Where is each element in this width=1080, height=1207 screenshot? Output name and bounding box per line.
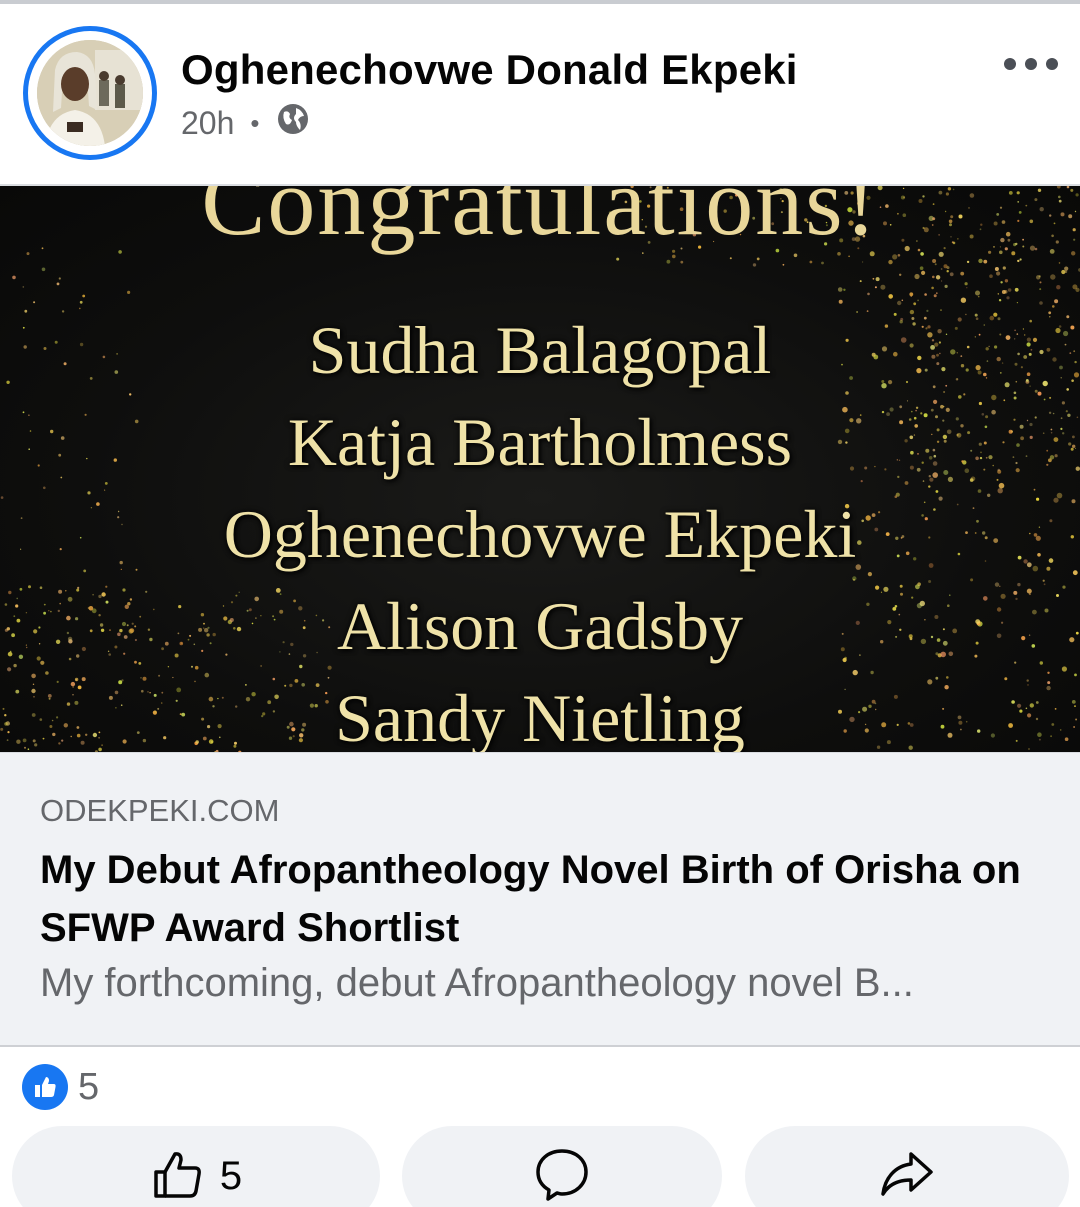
more-horizontal-icon[interactable] [1004,58,1058,70]
link-preview[interactable]: ODEKPEKI.COM My Debut Afropantheology No… [0,752,1080,1047]
image-name: Katja Bartholmess [287,404,793,480]
post-meta: 20h • [181,102,310,144]
image-headline: Congratulations! [201,184,879,255]
post-image[interactable]: Congratulations! Sudha Balagopal Katja B… [0,184,1080,752]
author-name[interactable]: Oghenechovwe Donald Ekpeki [181,46,798,94]
globe-icon[interactable] [276,102,310,144]
share-icon [879,1146,935,1207]
like-button-count: 5 [219,1153,243,1198]
post-time[interactable]: 20h [181,105,234,142]
author-avatar[interactable] [23,26,157,160]
comment-icon [534,1146,590,1207]
post-header: Oghenechovwe Donald Ekpeki 20h • [0,4,1080,184]
comment-button[interactable] [402,1126,722,1207]
thumbs-up-icon [150,1146,206,1207]
meta-separator: • [250,107,260,138]
image-name: Sandy Nietling [335,680,745,752]
reaction-summary[interactable]: 5 [22,1064,99,1110]
action-bar: 5 [0,1126,1080,1207]
link-domain: ODEKPEKI.COM [40,793,280,828]
link-title: My Debut Afropantheology Novel Birth of … [40,848,1021,950]
image-name: Oghenechovwe Ekpeki [223,496,857,572]
image-name: Alison Gadsby [336,588,744,664]
reaction-count: 5 [78,1065,100,1108]
link-description: My forthcoming, debut Afropantheology no… [40,961,914,1005]
image-name-list: Sudha Balagopal Katja Bartholmess Oghene… [0,304,1080,752]
like-button[interactable]: 5 [12,1126,380,1207]
like-reaction-icon [22,1064,68,1110]
image-name: Sudha Balagopal [308,312,772,388]
share-button[interactable] [745,1126,1069,1207]
avatar-photo [37,40,143,146]
